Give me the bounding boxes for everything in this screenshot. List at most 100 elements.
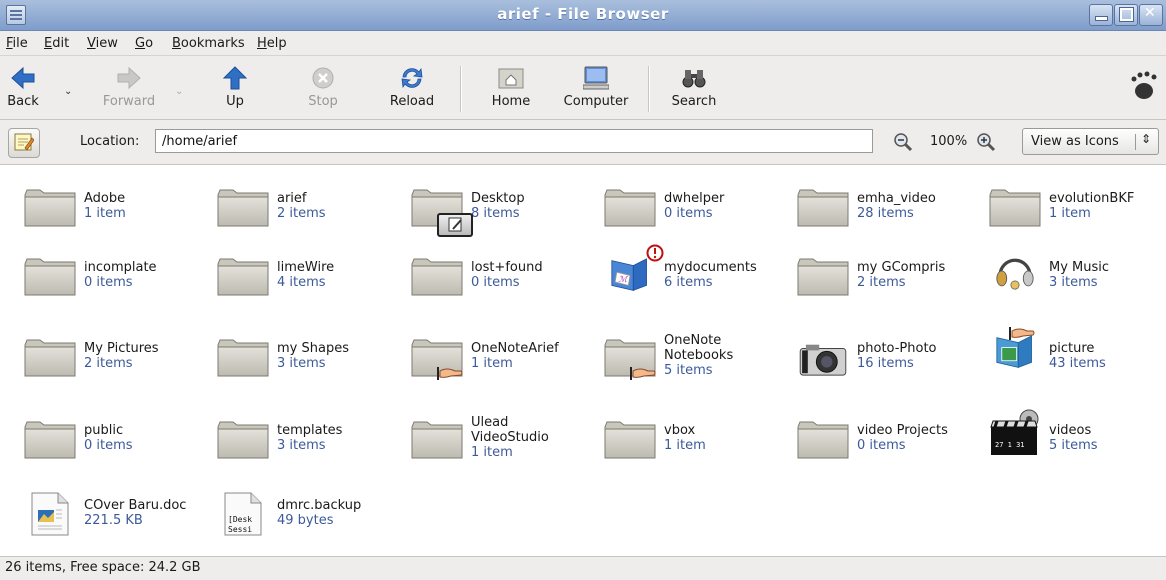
zoom-level[interactable]: 100% [930,134,967,149]
file-item[interactable]: ℳmydocuments 6 items [604,244,794,310]
file-name: evolutionBKF [1049,191,1135,206]
location-bar: Location: 100% View as Icons ⇕ [0,120,1166,165]
forward-arrow-icon [117,66,141,90]
forward-history-dropdown[interactable]: ⌄ [175,86,185,97]
search-button[interactable]: Search [668,62,720,116]
file-item[interactable]: incomplate 0 items [24,254,214,310]
file-info: 0 items [471,275,520,290]
file-info: 1 item [471,445,513,460]
file-item[interactable]: lost+found 0 items [411,254,601,310]
file-item[interactable]: My Pictures 2 items [24,335,214,391]
file-item[interactable]: video Projects 0 items [797,417,987,473]
menu-go[interactable]: Go [135,36,153,51]
file-info: 1 item [1049,206,1091,221]
computer-button[interactable]: Computer [557,62,635,116]
minimize-button[interactable] [1089,4,1113,26]
documents-folder-icon: ℳ [604,244,664,300]
file-name: My Music [1049,260,1110,275]
file-name: lost+found [471,260,543,275]
folder-icon [604,417,656,463]
up-button[interactable]: Up [213,62,257,116]
stop-button[interactable]: Stop [300,62,346,116]
file-item[interactable]: templates 3 items [217,417,407,473]
file-info: 49 bytes [277,513,334,528]
file-name: My Pictures [84,341,159,356]
file-item[interactable]: COver Baru.doc 221.5 KB [24,492,214,548]
menu-view[interactable]: View [87,36,118,51]
file-item[interactable]: picture 43 items [989,327,1166,391]
toggle-location-entry-button[interactable] [8,128,40,158]
folder-icon [24,185,76,231]
file-info: 0 items [857,438,906,453]
file-name: picture [1049,341,1095,356]
zoom-out-icon[interactable] [893,132,913,152]
file-item[interactable]: OneNote Notebooks 5 items [604,333,794,391]
close-button[interactable] [1139,4,1163,26]
file-item[interactable]: dwhelper 0 items [604,185,794,241]
title-bar: arief - File Browser [0,0,1166,31]
file-item[interactable]: My Music 3 items [989,254,1166,310]
menu-file[interactable]: File [6,36,28,51]
folder-icon [604,185,656,231]
file-item[interactable]: photo-Photo 16 items [797,335,987,391]
svg-text:ℳ: ℳ [618,274,628,284]
folder-icon [217,254,269,300]
reload-icon [401,67,423,89]
back-button[interactable]: Back [0,62,46,116]
home-button[interactable]: Home [485,62,537,116]
file-name: my Shapes [277,341,349,356]
file-info: 1 item [664,438,706,453]
file-item[interactable]: my GCompris 2 items [797,254,987,310]
file-item[interactable]: evolutionBKF 1 item [989,185,1166,241]
toolbar-separator [460,66,462,112]
maximize-button[interactable] [1114,4,1138,26]
file-item[interactable]: limeWire 4 items [217,254,407,310]
file-item[interactable]: vbox 1 item [604,417,794,473]
zoom-in-icon[interactable] [976,132,996,152]
file-name: videos [1049,423,1092,438]
back-history-dropdown[interactable]: ⌄ [64,86,74,97]
file-item[interactable]: Adobe 1 item [24,185,214,241]
note-pencil-icon [14,133,34,151]
folder-icon [797,254,849,300]
file-item[interactable]: my Shapes 3 items [217,335,407,391]
location-input[interactable] [155,129,873,153]
menu-bookmarks[interactable]: Bookmarks [172,36,245,51]
folder-icon [797,185,849,231]
file-item[interactable]: Desktop 8 items [411,185,601,241]
file-name: mydocuments [664,260,757,275]
file-info: 3 items [277,356,326,371]
up-arrow-icon [222,66,248,90]
file-item[interactable]: emha_video 28 items [797,185,987,241]
desktop-emblem-icon [437,213,473,237]
view-mode-select[interactable]: View as Icons ⇕ [1022,128,1159,155]
file-name: photo-Photo [857,341,937,356]
file-item[interactable]: public 0 items [24,417,214,473]
computer-icon [583,66,609,90]
file-info: 3 items [1049,275,1098,290]
file-name: vbox [664,423,696,438]
document-icon [24,492,76,538]
file-name: limeWire [277,260,335,275]
file-item[interactable]: arief 2 items [217,185,407,241]
icon-view[interactable]: Adobe 1 item arief 2 items Desktop 8 items dwh… [0,165,1166,555]
file-name: COver Baru.doc [84,498,187,513]
file-item[interactable]: 27 1 31 videos 5 items [989,409,1166,473]
reload-button[interactable]: Reload [385,62,439,116]
svg-text:27 1 31: 27 1 31 [995,441,1025,449]
file-name: dwhelper [664,191,725,206]
folder-icon [989,185,1041,231]
music-headphones-icon [989,254,1041,300]
file-info: 2 items [84,356,133,371]
menu-help[interactable]: Help [257,36,287,51]
back-arrow-icon [11,66,35,90]
stop-icon [312,67,334,89]
menu-edit[interactable]: Edit [44,36,69,51]
file-item[interactable]: OneNoteArief 1 item [411,335,601,391]
file-item[interactable]: [Desk Sessi dmrc.backup 49 bytes [217,492,407,548]
file-info: 4 items [277,275,326,290]
file-name: templates [277,423,343,438]
window-title: arief - File Browser [497,5,669,23]
forward-button[interactable]: Forward [96,62,162,116]
file-item[interactable]: Ulead VideoStudio 1 item [411,415,601,473]
